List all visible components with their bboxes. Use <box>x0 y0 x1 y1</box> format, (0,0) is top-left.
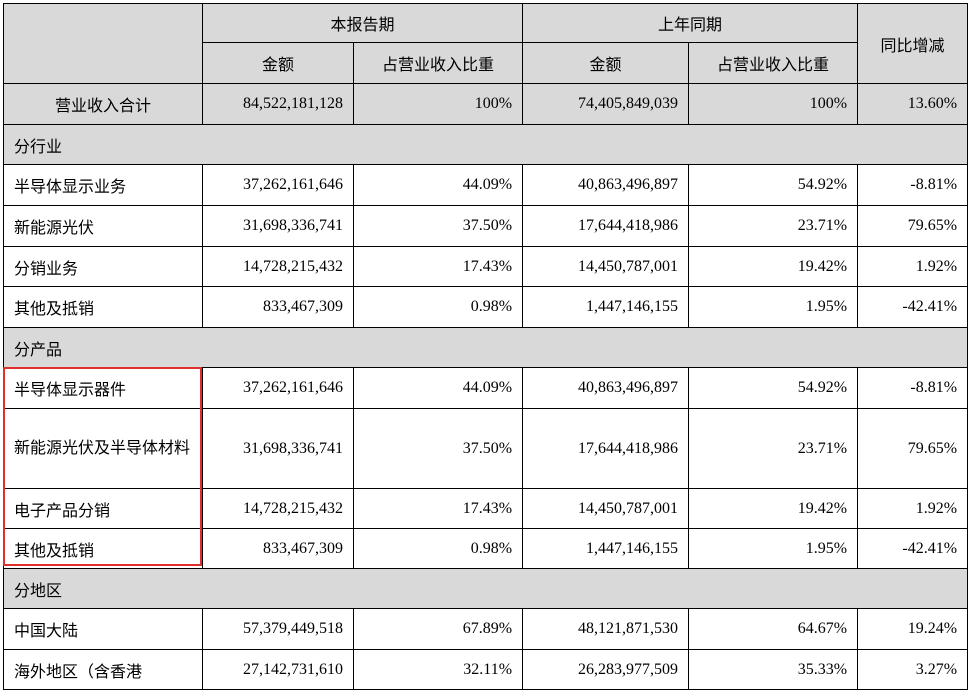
cur-pct: 37.50% <box>352 205 524 247</box>
header-row-1: 本报告期 上年同期 同比增减 <box>3 3 969 84</box>
cur-amount: 31,698,336,741 <box>202 205 354 247</box>
cur-amount: 14,728,215,432 <box>202 488 354 529</box>
prior-amount: 14,450,787,001 <box>522 246 690 287</box>
section-row: 分产品 <box>2 327 969 368</box>
total-prior-pct: 100% <box>688 83 859 125</box>
cur-amount: 57,379,449,518 <box>202 608 354 650</box>
row-label: 其他及抵销 <box>3 286 203 328</box>
section-row: 分行业 <box>2 124 969 165</box>
total-cur-pct: 100% <box>352 83 524 125</box>
row-label: 半导体显示器件 <box>3 367 203 409</box>
prior-pct: 19.42% <box>688 246 859 287</box>
total-yoy: 13.60% <box>857 83 969 125</box>
total-prior-amount: 74,405,849,039 <box>522 83 690 125</box>
table-row: 新能源光伏及半导体材料 31,698,336,741 37.50% 17,644… <box>3 408 969 489</box>
yoy: -42.41% <box>857 528 969 569</box>
table-row: 中国大陆 57,379,449,518 67.89% 48,121,871,53… <box>3 608 969 650</box>
header-current-period: 本报告期 <box>201 3 524 43</box>
table-row: 分销业务 14,728,215,432 17.43% 14,450,787,00… <box>3 246 969 287</box>
prior-amount: 1,447,146,155 <box>522 286 690 328</box>
row-label: 分销业务 <box>3 246 203 287</box>
table-row: 海外地区（含香港 27,142,731,610 32.11% 26,283,97… <box>3 649 969 690</box>
row-label: 电子产品分销 <box>3 488 203 529</box>
header-cur-share: 占营业收入比重 <box>352 42 524 84</box>
cur-pct: 44.09% <box>352 164 524 206</box>
prior-pct: 1.95% <box>688 286 859 328</box>
prior-amount: 17,644,418,986 <box>522 205 690 247</box>
header-prior-share: 占营业收入比重 <box>688 42 859 84</box>
section-title: 分产品 <box>2 327 969 368</box>
prior-pct: 54.92% <box>688 367 859 409</box>
table-row: 其他及抵销 833,467,309 0.98% 1,447,146,155 1.… <box>3 528 969 569</box>
yoy: 19.24% <box>857 608 969 650</box>
section-title: 分行业 <box>2 124 969 165</box>
section-row: 分地区 <box>2 568 969 609</box>
prior-pct: 23.71% <box>688 408 859 489</box>
header-cur-amount: 金额 <box>202 42 354 84</box>
row-label: 新能源光伏及半导体材料 <box>3 408 203 489</box>
row-label: 海外地区（含香港 <box>3 649 203 690</box>
revenue-breakdown-table: 本报告期 上年同期 同比增减 金额 占营业收入比重 金额 占营业收入比重 营业收… <box>2 3 969 690</box>
yoy: 1.92% <box>857 488 969 529</box>
cur-pct: 0.98% <box>352 286 524 328</box>
prior-amount: 40,863,496,897 <box>522 164 690 206</box>
total-label: 营业收入合计 <box>3 83 203 125</box>
table-row: 电子产品分销 14,728,215,432 17.43% 14,450,787,… <box>3 488 969 529</box>
table-row: 半导体显示业务 37,262,161,646 44.09% 40,863,496… <box>3 164 969 206</box>
header-blank-cell <box>3 3 203 84</box>
row-label: 新能源光伏 <box>3 205 203 247</box>
cur-pct: 37.50% <box>352 408 524 489</box>
cur-amount: 37,262,161,646 <box>202 164 354 206</box>
prior-pct: 64.67% <box>688 608 859 650</box>
cur-amount: 37,262,161,646 <box>202 367 354 409</box>
yoy: 79.65% <box>857 205 969 247</box>
header-yoy-change: 同比增减 <box>857 3 969 84</box>
cur-pct: 17.43% <box>352 488 524 529</box>
cur-amount: 833,467,309 <box>202 528 354 569</box>
cur-pct: 0.98% <box>352 528 524 569</box>
table-row: 半导体显示器件 37,262,161,646 44.09% 40,863,496… <box>3 367 969 409</box>
cur-pct: 17.43% <box>352 246 524 287</box>
prior-amount: 40,863,496,897 <box>522 367 690 409</box>
prior-pct: 1.95% <box>688 528 859 569</box>
cur-amount: 31,698,336,741 <box>202 408 354 489</box>
yoy: -8.81% <box>857 367 969 409</box>
yoy: 1.92% <box>857 246 969 287</box>
header-prior-period: 上年同期 <box>522 3 859 43</box>
prior-pct: 23.71% <box>688 205 859 247</box>
cur-pct: 32.11% <box>352 649 524 690</box>
cur-amount: 833,467,309 <box>202 286 354 328</box>
yoy: -8.81% <box>857 164 969 206</box>
table-row: 其他及抵销 833,467,309 0.98% 1,447,146,155 1.… <box>3 286 969 328</box>
prior-amount: 26,283,977,509 <box>522 649 690 690</box>
row-label: 中国大陆 <box>3 608 203 650</box>
prior-amount: 17,644,418,986 <box>522 408 690 489</box>
prior-amount: 48,121,871,530 <box>522 608 690 650</box>
prior-pct: 54.92% <box>688 164 859 206</box>
cur-pct: 44.09% <box>352 367 524 409</box>
cur-amount: 14,728,215,432 <box>202 246 354 287</box>
prior-amount: 14,450,787,001 <box>522 488 690 529</box>
header-prior-amount: 金额 <box>522 42 690 84</box>
prior-pct: 35.33% <box>688 649 859 690</box>
yoy: 3.27% <box>857 649 969 690</box>
cur-amount: 27,142,731,610 <box>202 649 354 690</box>
prior-amount: 1,447,146,155 <box>522 528 690 569</box>
total-cur-amount: 84,522,181,128 <box>202 83 354 125</box>
cur-pct: 67.89% <box>352 608 524 650</box>
row-label: 其他及抵销 <box>3 528 203 569</box>
table-row: 新能源光伏 31,698,336,741 37.50% 17,644,418,9… <box>3 205 969 247</box>
row-label: 半导体显示业务 <box>3 164 203 206</box>
yoy: -42.41% <box>857 286 969 328</box>
prior-pct: 19.42% <box>688 488 859 529</box>
total-row: 营业收入合计 84,522,181,128 100% 74,405,849,03… <box>3 83 969 125</box>
section-title: 分地区 <box>2 568 969 609</box>
yoy: 79.65% <box>857 408 969 489</box>
